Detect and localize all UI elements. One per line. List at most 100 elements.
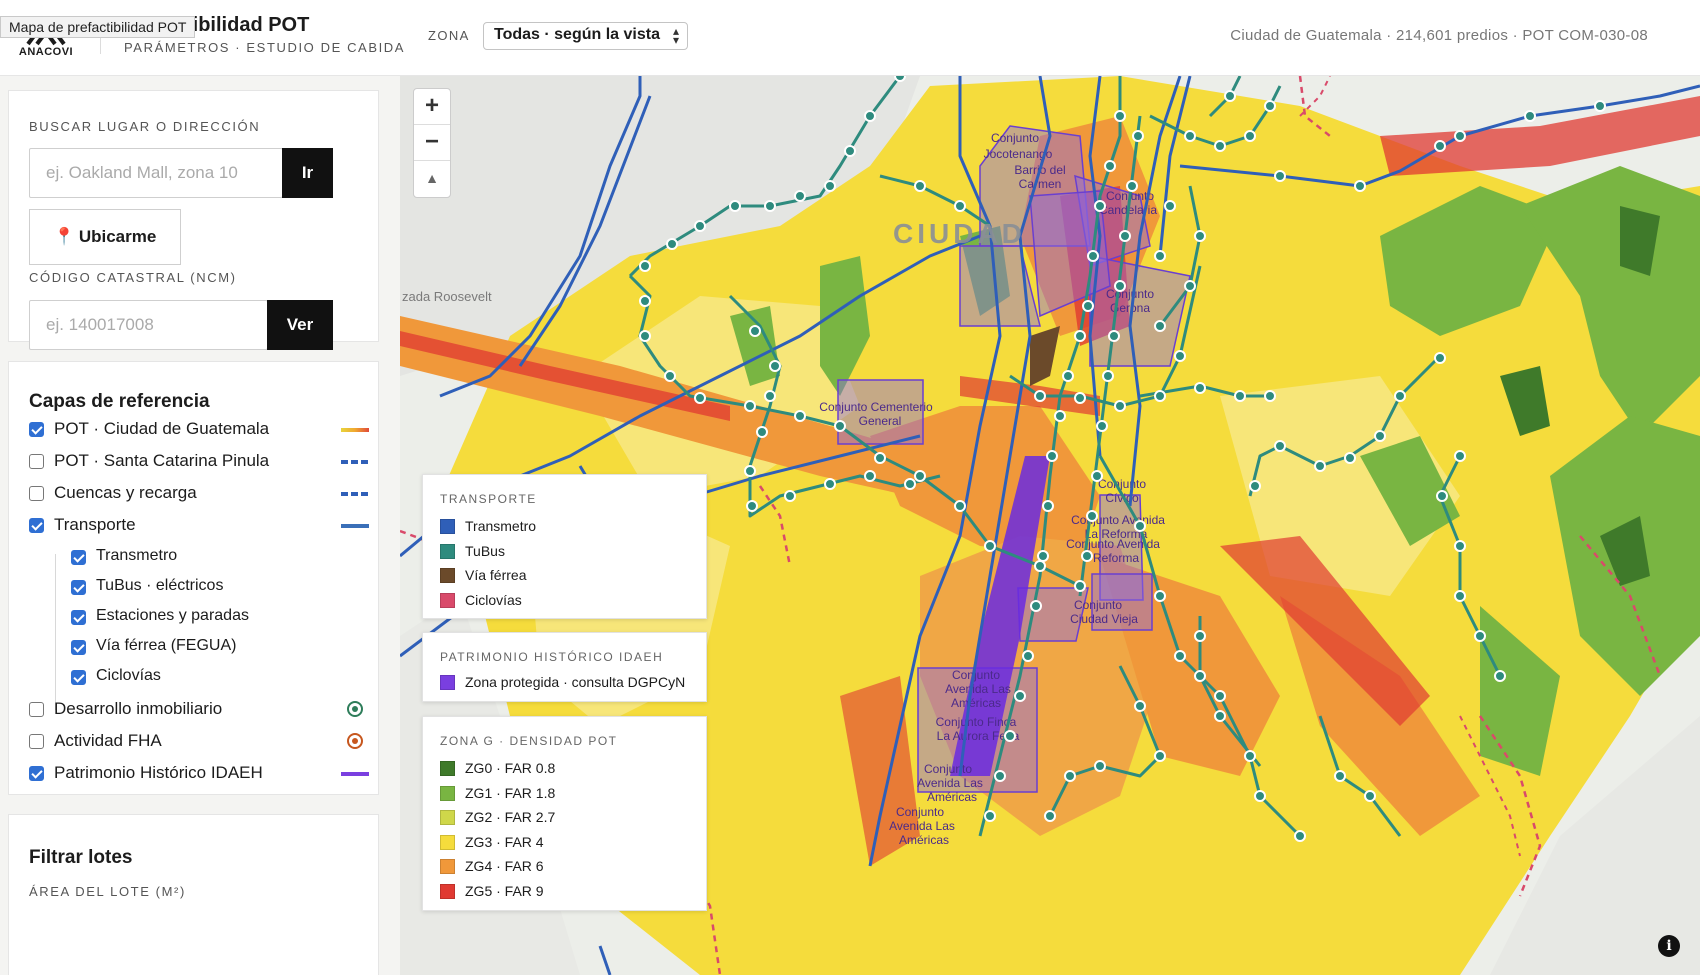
transit-station-marker[interactable] (1394, 390, 1406, 402)
transit-station-marker[interactable] (1174, 350, 1186, 362)
transit-station-marker[interactable] (1081, 550, 1093, 562)
transit-station-marker[interactable] (1249, 480, 1261, 492)
zoom-in-button[interactable]: + (414, 89, 450, 125)
transit-station-marker[interactable] (639, 260, 651, 272)
transit-station-marker[interactable] (749, 325, 761, 337)
transit-station-marker[interactable] (1254, 790, 1266, 802)
search-input[interactable] (29, 148, 283, 198)
transit-station-marker[interactable] (1082, 300, 1094, 312)
transit-station-marker[interactable] (1594, 100, 1606, 112)
transit-station-marker[interactable] (1274, 440, 1286, 452)
transit-station-marker[interactable] (784, 490, 796, 502)
transit-station-marker[interactable] (769, 360, 781, 372)
layer-row[interactable]: Desarrollo inmobiliario (29, 697, 369, 721)
transit-station-marker[interactable] (694, 220, 706, 232)
transit-station-marker[interactable] (1102, 370, 1114, 382)
transit-station-marker[interactable] (1194, 382, 1206, 394)
transit-station-marker[interactable] (1214, 710, 1226, 722)
transit-station-marker[interactable] (1034, 390, 1046, 402)
transit-station-marker[interactable] (1108, 330, 1120, 342)
transit-station-marker[interactable] (1114, 110, 1126, 122)
transit-station-marker[interactable] (1154, 390, 1166, 402)
transit-station-marker[interactable] (1434, 140, 1446, 152)
transit-station-marker[interactable] (1184, 280, 1196, 292)
transit-station-marker[interactable] (1194, 670, 1206, 682)
layer-checkbox[interactable] (71, 640, 86, 655)
transit-station-marker[interactable] (1174, 650, 1186, 662)
transit-station-marker[interactable] (1087, 250, 1099, 262)
transit-station-marker[interactable] (1086, 510, 1098, 522)
cadastral-input[interactable] (29, 300, 268, 350)
transit-station-marker[interactable] (1154, 750, 1166, 762)
transit-station-marker[interactable] (1064, 770, 1076, 782)
transit-station-marker[interactable] (1074, 330, 1086, 342)
layer-checkbox[interactable] (29, 702, 44, 717)
transit-station-marker[interactable] (1454, 130, 1466, 142)
transit-station-marker[interactable] (1022, 650, 1034, 662)
compass-reset-button[interactable]: ▲ (414, 161, 450, 197)
transit-station-marker[interactable] (1164, 200, 1176, 212)
layer-checkbox[interactable] (71, 550, 86, 565)
transit-station-marker[interactable] (824, 478, 836, 490)
transit-station-marker[interactable] (1154, 320, 1166, 332)
transit-station-marker[interactable] (824, 180, 836, 192)
transit-station-marker[interactable] (1062, 370, 1074, 382)
info-icon[interactable]: i (1658, 935, 1680, 957)
zoom-out-button[interactable]: − (414, 125, 450, 161)
transit-station-marker[interactable] (744, 465, 756, 477)
layer-row[interactable]: Transmetro (71, 545, 369, 569)
transit-station-marker[interactable] (694, 392, 706, 404)
transit-station-marker[interactable] (954, 500, 966, 512)
layer-row[interactable]: Vía férrea (FEGUA) (71, 635, 369, 659)
transit-station-marker[interactable] (664, 370, 676, 382)
transit-station-marker[interactable] (746, 500, 758, 512)
transit-station-marker[interactable] (1184, 130, 1196, 142)
transit-station-marker[interactable] (1034, 560, 1046, 572)
transit-station-marker[interactable] (1244, 130, 1256, 142)
transit-station-marker[interactable] (1474, 630, 1486, 642)
transit-station-marker[interactable] (1436, 490, 1448, 502)
transit-station-marker[interactable] (744, 400, 756, 412)
transit-station-marker[interactable] (1154, 250, 1166, 262)
transit-station-marker[interactable] (1454, 590, 1466, 602)
layer-row[interactable]: Cuencas y recarga (29, 481, 369, 505)
layer-checkbox[interactable] (29, 734, 44, 749)
transit-station-marker[interactable] (1244, 750, 1256, 762)
transit-station-marker[interactable] (864, 470, 876, 482)
transit-station-marker[interactable] (1294, 830, 1306, 842)
transit-station-marker[interactable] (984, 540, 996, 552)
transit-station-marker[interactable] (1104, 160, 1116, 172)
transit-station-marker[interactable] (904, 478, 916, 490)
transit-station-marker[interactable] (1154, 590, 1166, 602)
transit-station-marker[interactable] (1134, 700, 1146, 712)
transit-station-marker[interactable] (914, 470, 926, 482)
transit-station-marker[interactable] (1214, 690, 1226, 702)
transit-station-marker[interactable] (1454, 450, 1466, 462)
layer-checkbox[interactable] (29, 454, 44, 469)
transit-station-marker[interactable] (1030, 600, 1042, 612)
layer-checkbox[interactable] (71, 610, 86, 625)
transit-station-marker[interactable] (1264, 100, 1276, 112)
transit-station-marker[interactable] (1364, 790, 1376, 802)
layer-checkbox[interactable] (71, 670, 86, 685)
layer-row[interactable]: Transporte (29, 513, 369, 537)
transit-station-marker[interactable] (794, 190, 806, 202)
transit-station-marker[interactable] (1134, 520, 1146, 532)
transit-station-marker[interactable] (1091, 470, 1103, 482)
layer-row[interactable]: POT · Santa Catarina Pinula (29, 449, 369, 473)
transit-station-marker[interactable] (1042, 500, 1054, 512)
zona-select[interactable]: Todas · según la vista ▴ ▾ (483, 22, 688, 50)
transit-station-marker[interactable] (1094, 760, 1106, 772)
transit-station-marker[interactable] (874, 452, 886, 464)
search-go-button[interactable]: Ir (282, 148, 333, 198)
layer-checkbox[interactable] (29, 518, 44, 533)
layer-row[interactable]: Estaciones y paradas (71, 605, 369, 629)
transit-station-marker[interactable] (1119, 230, 1131, 242)
transit-station-marker[interactable] (1114, 400, 1126, 412)
transit-station-marker[interactable] (984, 810, 996, 822)
transit-station-marker[interactable] (794, 410, 806, 422)
transit-station-marker[interactable] (864, 110, 876, 122)
transit-station-marker[interactable] (1044, 810, 1056, 822)
transit-station-marker[interactable] (1434, 352, 1446, 364)
transit-station-marker[interactable] (639, 330, 651, 342)
